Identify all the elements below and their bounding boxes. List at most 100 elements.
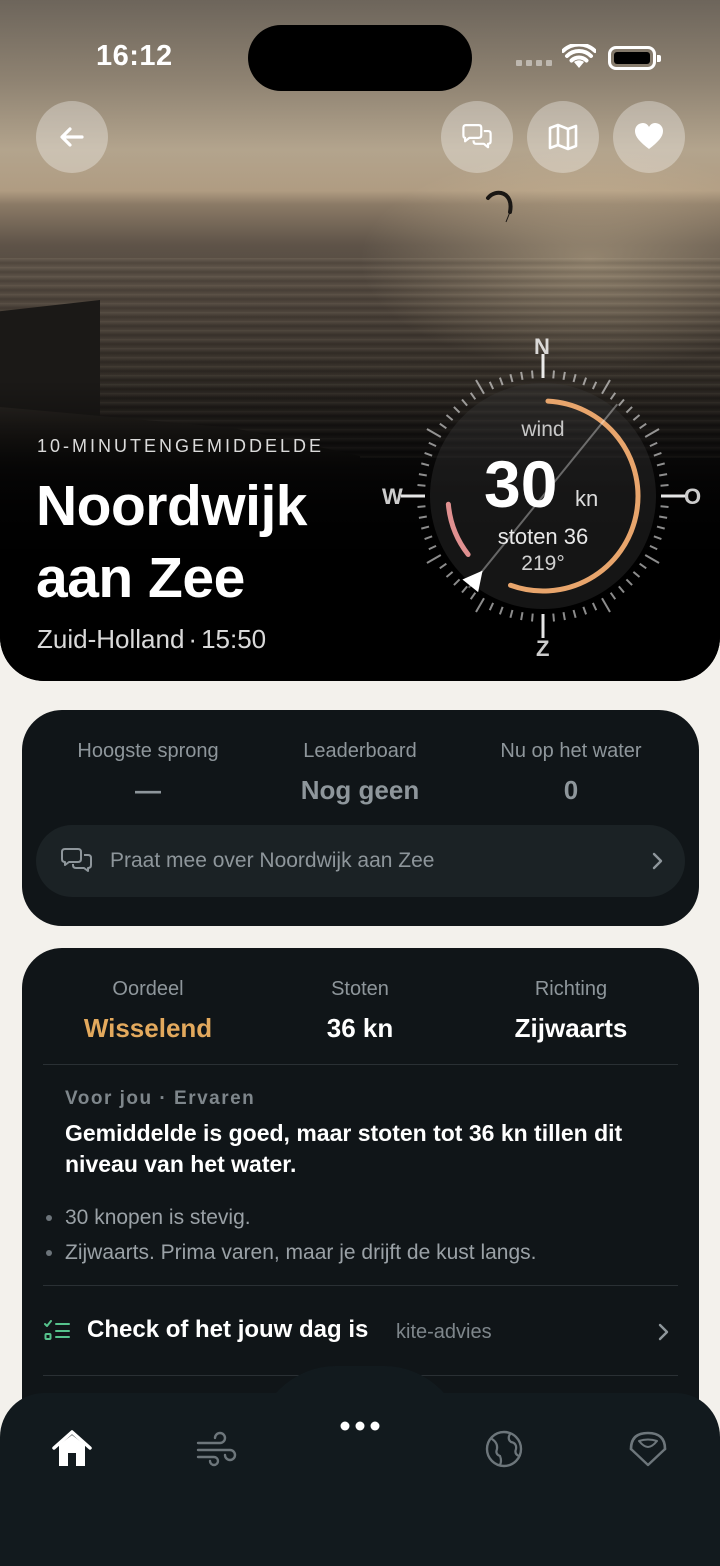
compass-tick [649,544,658,551]
stat-highest-jump[interactable]: Hoogste sprong — [35,740,261,806]
advice-bullet: 30 knopen is stevig. [42,1200,537,1235]
compass-tick [439,562,447,570]
compass-tick [421,462,430,467]
compass-tick [572,374,577,383]
compass-tick [520,612,524,621]
compass-tick [601,379,611,395]
spot-title: Noordwijk aan Zee [36,474,308,610]
compass-tick [618,585,625,594]
compass-south: Z [536,636,550,661]
compass-tick [453,578,461,586]
compass-tick [428,441,437,448]
tab-wind[interactable] [192,1425,240,1473]
more-dots-icon[interactable] [338,1417,382,1435]
chat-bubbles-icon [462,123,492,149]
heart-icon [635,123,663,149]
tab-kite[interactable] [624,1425,672,1473]
back-button[interactable] [36,101,108,173]
compass-tick [660,484,669,487]
compass-tick [552,370,555,379]
gusts-stat: Stoten 36 kn [247,978,473,1044]
hero-kicker: 10-MINUTENGEMIDDELDE [37,436,325,456]
chat-button[interactable] [441,101,513,173]
compass-west: W [382,484,403,509]
wind-label: wind [521,418,565,441]
map-button[interactable] [527,101,599,173]
favorite-button[interactable] [613,101,685,173]
compass-tick [639,422,647,430]
compass-tick [644,428,660,438]
chat-discussion-button[interactable]: Praat mee over Noordwijk aan Zee [36,825,685,897]
kite-advice-row[interactable]: Check of het jouw dag is kite-advies [44,1300,677,1360]
compass-tick [417,505,426,508]
check-label: Check of het jouw dag is [87,1316,369,1343]
cellular-signal-icon [516,60,552,66]
compass-tick [418,515,427,519]
kite-silhouette-icon [486,190,513,223]
dynamic-island [248,25,472,91]
gust-value: stoten 36 [497,524,589,549]
advice-kicker: Voor jou · Ervaren [65,1088,256,1109]
compass-tick [445,414,454,421]
compass-tick [609,392,617,400]
compass-tick [653,451,662,457]
compass-tick [531,370,534,379]
chat-bubbles-icon [61,848,92,872]
compass-tick [531,613,534,622]
compass-tick [461,398,468,407]
chat-label: Praat mee over Noordwijk aan Zee [110,849,435,872]
divider [43,1064,678,1065]
compass-tick [498,606,504,615]
wind-compass: N O Z W wind 30 kn stoten 36 219° [370,326,720,666]
compass-tick [488,381,495,390]
tab-world[interactable] [480,1425,528,1473]
direction-value: Zijwaarts [514,1013,628,1043]
wind-speed: 30 [484,447,558,521]
compass-tick [421,525,430,530]
wind-icon [196,1431,237,1467]
compass-tick [469,392,477,400]
verdict-stat: Oordeel Wisselend [35,978,261,1044]
divider [43,1285,678,1286]
compass-north: N [534,334,550,359]
wind-unit: kn [575,486,599,511]
compass-tick [428,544,437,551]
stat-value: 0 [563,775,579,805]
compass-tick [488,602,495,611]
compass-tick [660,505,669,508]
compass-tick [509,609,514,618]
compass-east: O [684,484,702,509]
advice-bullet: Zijwaarts. Prima varen, maar je drijft d… [42,1235,537,1270]
compass-tick [625,406,633,414]
stat-label: Nu op het water [500,740,642,762]
compass-tick [418,473,427,477]
compass-tick [562,371,566,380]
stat-on-water[interactable]: Nu op het water 0 [458,740,684,806]
compass-tick [498,377,504,386]
arrow-left-icon [60,127,84,147]
compass-tick [461,585,468,594]
compass-tick [659,473,668,477]
app-screen: 16:12 10-MINUTENGEMIDDELDE Noordwijk aan… [0,0,720,1566]
direction-label: Richting [534,978,608,1000]
compass-tick [639,562,647,570]
compass-tick [601,597,611,613]
map-icon [548,123,578,151]
stat-leaderboard[interactable]: Leaderboard Nog geen [247,740,473,806]
hero-subtitle: Zuid-Holland · 15:50 [37,624,266,655]
tab-home[interactable] [48,1425,96,1473]
separator: · [188,624,198,654]
wifi-icon [562,44,596,68]
compass-tick [562,612,566,621]
check-tag: kite-advies [396,1321,492,1343]
checklist-icon [44,1320,70,1340]
region-label: Zuid-Holland [37,624,185,654]
compass-tick [618,398,625,407]
hero-section: 16:12 10-MINUTENGEMIDDELDE Noordwijk aan… [0,0,720,681]
compass-tick [656,525,665,530]
compass-tick [426,428,442,438]
compass-tick [520,371,524,380]
compass-tick [469,592,477,600]
compass-tick [591,381,598,390]
compass-tick [475,597,485,613]
